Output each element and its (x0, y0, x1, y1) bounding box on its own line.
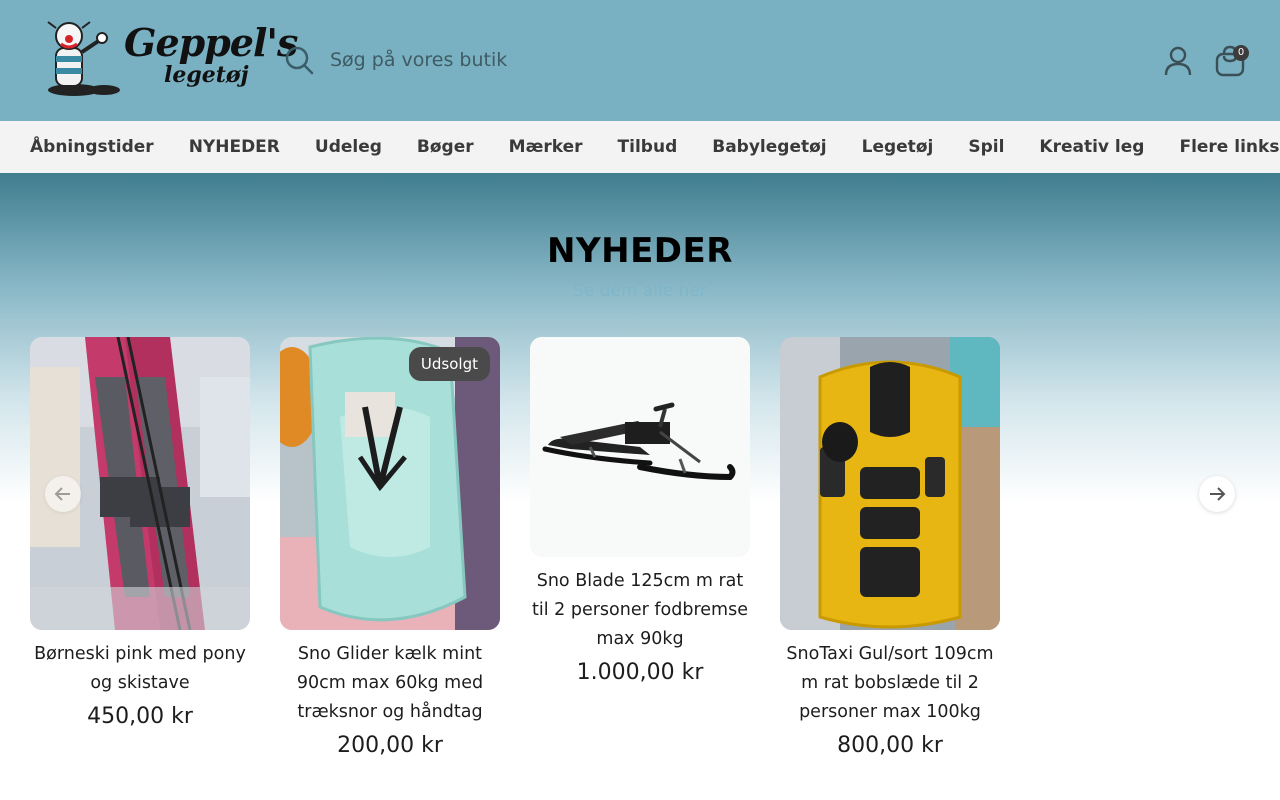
nav-item-aabningstider[interactable]: Åbningstider (30, 137, 154, 157)
nav-item-boeger[interactable]: Bøger (417, 137, 474, 157)
arrow-left-icon (54, 487, 70, 501)
product-price: 1.000,00 kr (576, 660, 704, 685)
new-products-section: NYHEDER Se dem alle her Børneski pink me… (0, 173, 1280, 800)
sold-out-badge: Udsolgt (408, 347, 490, 381)
more-links-label: Flere links (1179, 137, 1280, 157)
logo-line2: legetøj (164, 62, 249, 88)
arrow-right-icon (1210, 487, 1226, 501)
product-title[interactable]: Sno Glider kælk mint 90cm max 60kg med t… (280, 640, 500, 727)
logo-wordmark: Geppel's legetøj (124, 20, 298, 88)
product-price: 800,00 kr (837, 733, 943, 758)
cart-count-badge: 0 (1233, 45, 1249, 61)
product-price: 450,00 kr (87, 704, 193, 729)
product-image[interactable] (780, 337, 1000, 630)
search-icon[interactable] (284, 45, 314, 75)
carousel-prev-button[interactable] (45, 476, 81, 512)
product-card[interactable]: Sno Blade 125cm m rat til 2 personer fod… (530, 337, 750, 685)
product-card[interactable]: Udsolgt Sno Glider kælk mint 90cm max 60… (280, 337, 500, 758)
product-image[interactable] (530, 337, 750, 557)
view-all-link[interactable]: Se dem alle her (0, 281, 1280, 301)
nav-item-spil[interactable]: Spil (968, 137, 1004, 157)
nav-item-maerker[interactable]: Mærker (509, 137, 583, 157)
carousel-next-button[interactable] (1199, 476, 1235, 512)
site-header: Geppel's legetøj 0 (0, 0, 1280, 121)
nav-item-legetoej[interactable]: Legetøj (862, 137, 934, 157)
product-image[interactable]: Udsolgt (280, 337, 500, 630)
section-title: NYHEDER (547, 231, 733, 271)
product-title[interactable]: SnoTaxi Gul/sort 109cm m rat bobslæde ti… (780, 640, 1000, 727)
nav-item-tilbud[interactable]: Tilbud (618, 137, 678, 157)
product-card[interactable]: Børneski pink med pony og skistave 450,0… (30, 337, 250, 729)
product-title[interactable]: Børneski pink med pony og skistave (30, 640, 250, 698)
product-card[interactable]: SnoTaxi Gul/sort 109cm m rat bobslæde ti… (780, 337, 1000, 758)
logo-line1: Geppel's (124, 20, 298, 65)
main-nav: Åbningstider NYHEDER Udeleg Bøger Mærker… (0, 121, 1280, 173)
nav-item-kreativ-leg[interactable]: Kreativ leg (1039, 137, 1144, 157)
nav-item-more-links[interactable]: Flere links (1179, 137, 1280, 157)
store-logo[interactable]: Geppel's legetøj (44, 18, 298, 102)
product-price: 200,00 kr (337, 733, 443, 758)
nav-item-babylegetoej[interactable]: Babylegetøj (712, 137, 826, 157)
account-icon[interactable] (1163, 45, 1193, 77)
product-title[interactable]: Sno Blade 125cm m rat til 2 personer fod… (530, 567, 750, 654)
nav-item-udeleg[interactable]: Udeleg (315, 137, 382, 157)
search-input[interactable] (330, 49, 830, 71)
nav-item-nyheder[interactable]: NYHEDER (189, 137, 280, 157)
search-bar[interactable] (284, 40, 884, 80)
